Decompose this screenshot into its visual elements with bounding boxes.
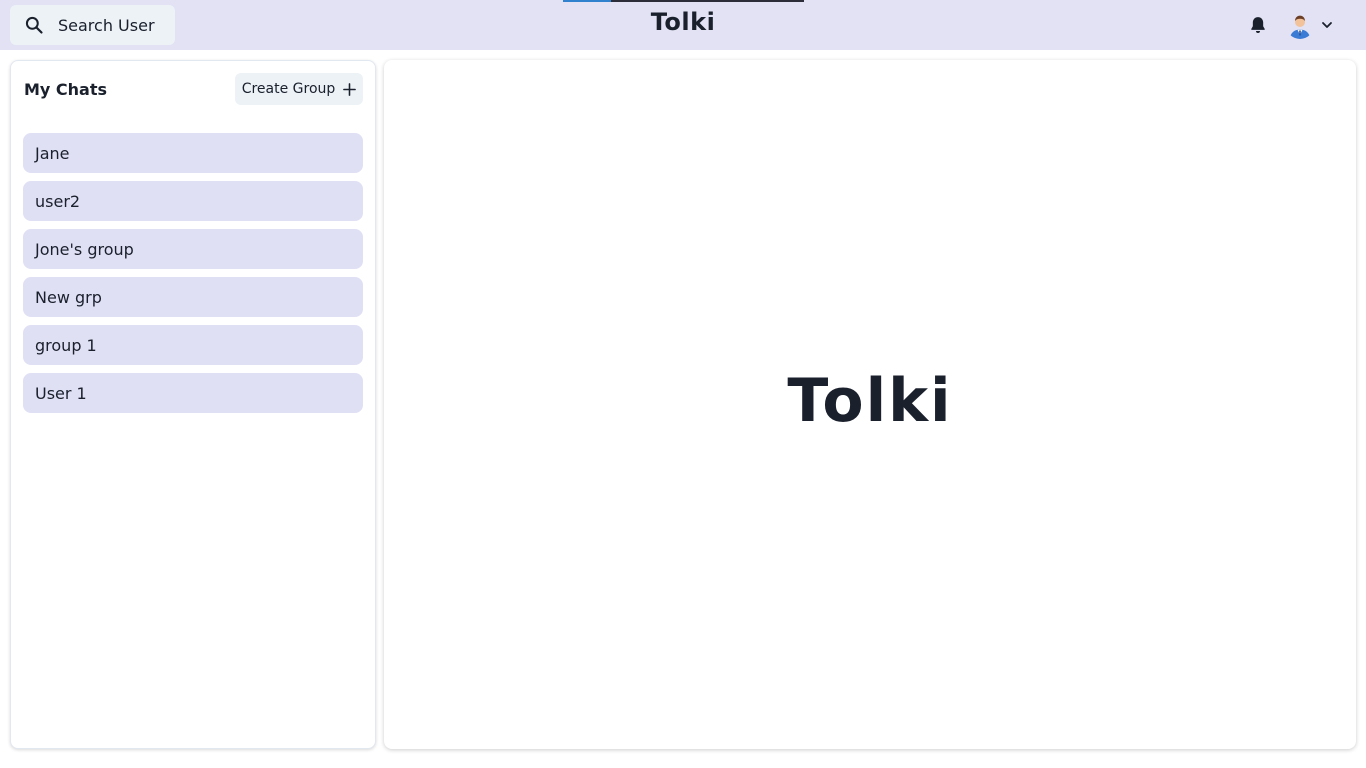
- profile-menu-button[interactable]: [1286, 11, 1342, 39]
- bell-icon[interactable]: [1248, 15, 1268, 35]
- avatar: [1286, 11, 1314, 39]
- chat-item-new-grp[interactable]: New grp: [23, 277, 363, 317]
- my-chats-panel: My Chats Create Group Jane user2 Jone's …: [10, 60, 376, 749]
- chat-item-group-1[interactable]: group 1: [23, 325, 363, 365]
- my-chats-title: My Chats: [24, 80, 108, 99]
- chat-box-panel: Tolki: [384, 60, 1356, 749]
- top-bar: Search User Tolki: [0, 0, 1366, 50]
- placeholder-title: Tolki: [787, 366, 953, 436]
- chat-item-label: User 1: [35, 383, 87, 403]
- chat-item-user-1[interactable]: User 1: [23, 373, 363, 413]
- chat-item-jones-group[interactable]: Jone's group: [23, 229, 363, 269]
- chat-item-label: Jane: [35, 143, 70, 163]
- chat-item-label: Jone's group: [35, 239, 134, 259]
- chat-item-label: New grp: [35, 287, 102, 307]
- chat-item-label: group 1: [35, 335, 97, 355]
- create-group-label: Create Group: [241, 81, 336, 97]
- chat-item-user2[interactable]: user2: [23, 181, 363, 221]
- loading-progress-bar: [563, 0, 804, 2]
- chevron-down-icon: [1322, 22, 1332, 28]
- app-title: Tolki: [650, 8, 716, 36]
- loading-progress-fill: [563, 0, 611, 2]
- chat-item-label: user2: [35, 191, 81, 211]
- plus-icon: [343, 82, 357, 96]
- chat-list: Jane user2 Jone's group New grp group 1 …: [23, 133, 363, 421]
- create-group-button[interactable]: Create Group: [235, 73, 363, 105]
- chat-item-jane[interactable]: Jane: [23, 133, 363, 173]
